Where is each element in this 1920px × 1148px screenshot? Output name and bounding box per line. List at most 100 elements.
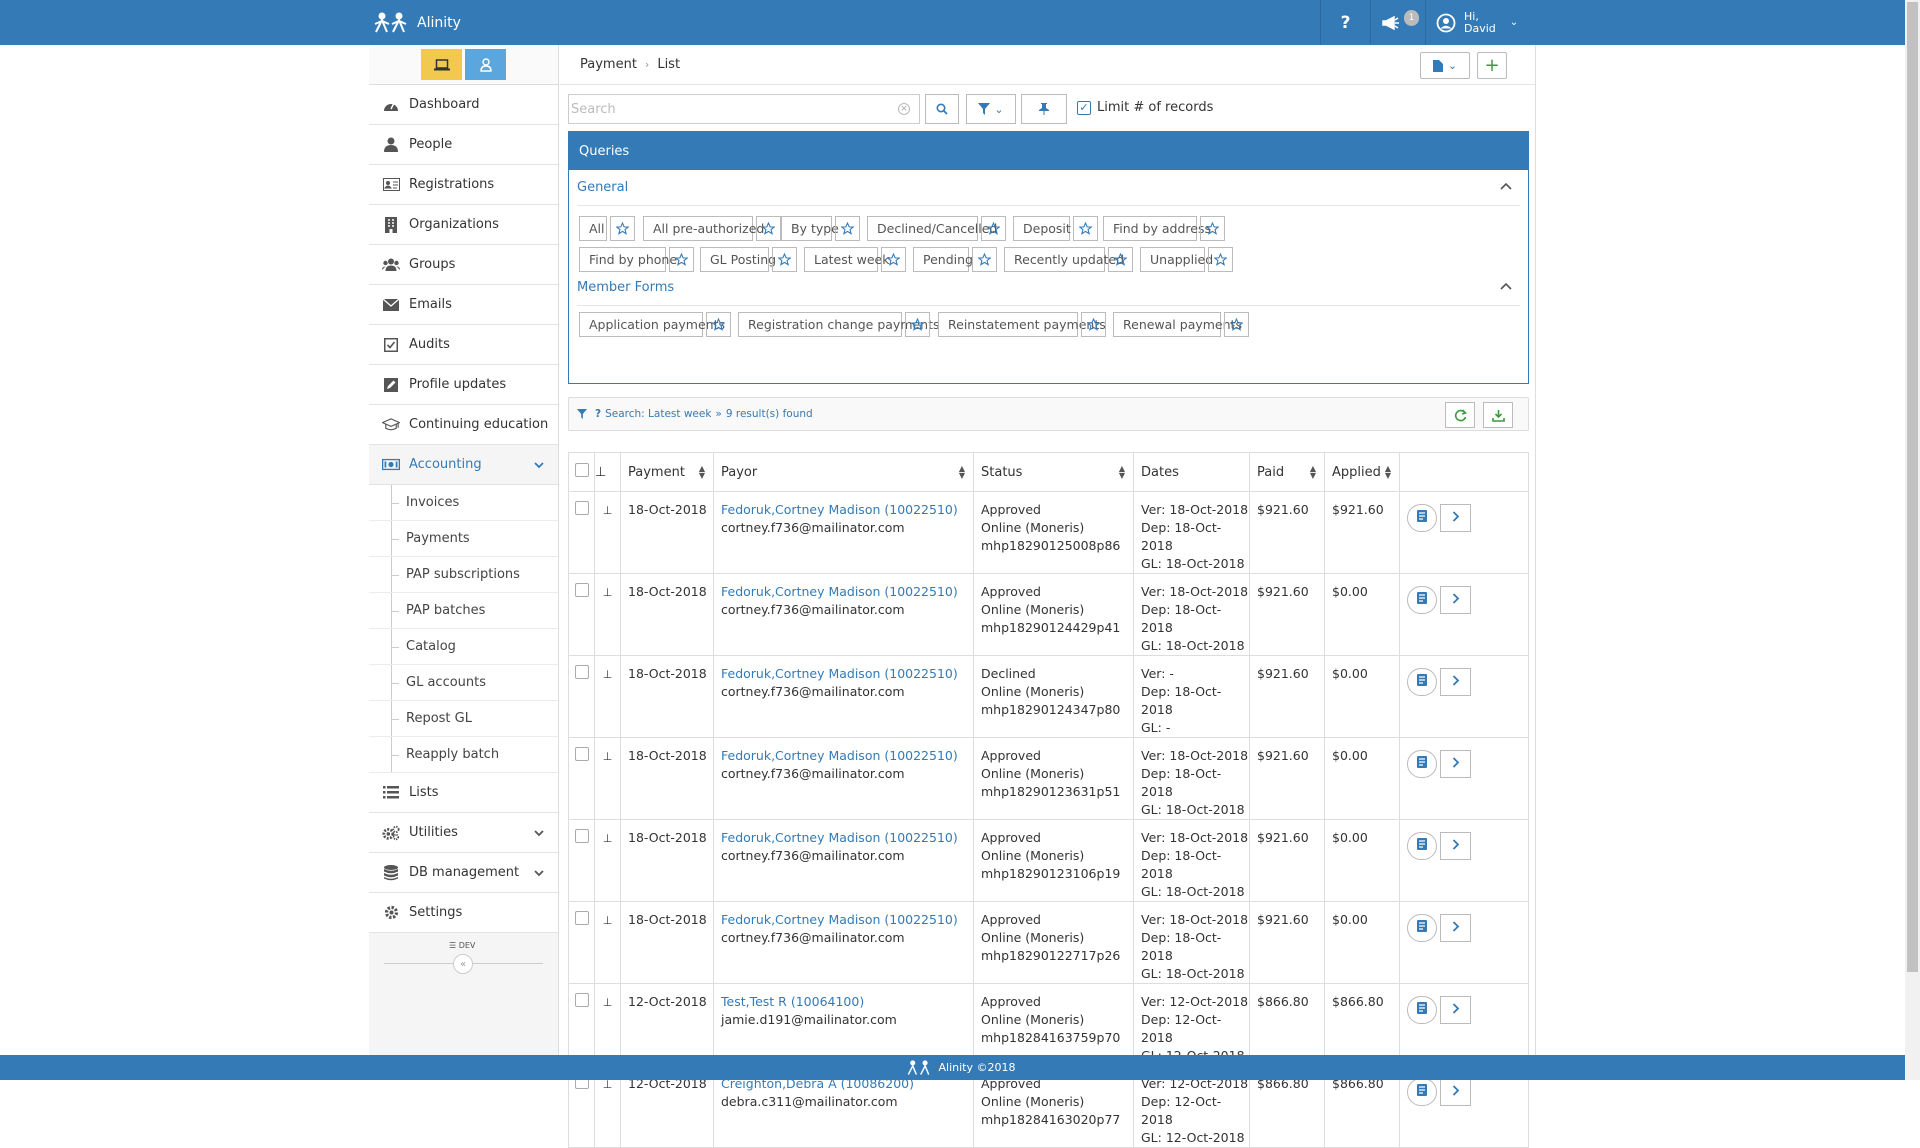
row-checkbox[interactable] xyxy=(575,993,589,1007)
question-icon[interactable]: ? xyxy=(595,408,601,420)
payor-link[interactable]: Fedoruk,Cortney Madison (10022510) xyxy=(721,830,958,845)
query-button[interactable]: Recently updated xyxy=(1004,247,1124,272)
row-checkbox[interactable] xyxy=(575,665,589,679)
query-button[interactable]: Pending xyxy=(913,247,973,272)
receipt-button[interactable] xyxy=(1407,996,1437,1024)
star-icon[interactable] xyxy=(610,216,635,241)
sidebar-item-continuing-education[interactable]: Continuing education xyxy=(369,405,558,445)
column-payor[interactable]: Payor ▲ ▼ xyxy=(713,452,974,492)
open-row-button[interactable] xyxy=(1440,586,1471,614)
star-icon[interactable] xyxy=(981,216,1006,241)
table-row[interactable]: ⊥ 18-Oct-2018 Fedoruk,Cortney Madison (100… xyxy=(568,901,1529,984)
sidebar-item-organizations[interactable]: Organizations xyxy=(369,205,558,245)
pin-icon[interactable]: ⊥ xyxy=(603,668,613,681)
member-forms-section-header[interactable]: Member Forms xyxy=(577,270,1520,306)
document-dropdown-button[interactable]: ⌄ xyxy=(1420,52,1470,79)
sidebar-subitem-payments[interactable]: Payments xyxy=(369,521,558,557)
query-button[interactable]: Declined/Cancelled xyxy=(867,216,997,241)
sidebar-item-db-management[interactable]: DB management xyxy=(369,853,558,893)
query-button[interactable]: Deposit xyxy=(1013,216,1071,241)
query-button[interactable]: Unapplied xyxy=(1140,247,1213,272)
star-icon[interactable] xyxy=(669,247,694,272)
query-button[interactable]: GL Posting xyxy=(700,247,776,272)
row-checkbox[interactable] xyxy=(575,911,589,925)
sidebar-subitem-repost-gl[interactable]: Repost GL xyxy=(369,701,558,737)
sidebar-item-audits[interactable]: Audits xyxy=(369,325,558,365)
download-button[interactable] xyxy=(1483,402,1513,428)
limit-records-toggle[interactable]: ✓ Limit # of records xyxy=(1077,100,1213,115)
clear-search-icon[interactable]: × xyxy=(898,103,910,115)
receipt-button[interactable] xyxy=(1407,832,1437,860)
scrollbar-thumb[interactable] xyxy=(1907,2,1918,972)
star-icon[interactable] xyxy=(706,312,731,337)
query-button[interactable]: Find by phone xyxy=(579,247,677,272)
sidebar-item-accounting[interactable]: Accounting xyxy=(369,445,558,485)
row-checkbox[interactable] xyxy=(575,501,589,515)
sidebar-item-settings[interactable]: Settings xyxy=(369,893,558,933)
user-menu-button[interactable]: Hi, David ⌄ xyxy=(1425,0,1534,45)
collapse-sidebar-button[interactable]: « xyxy=(453,954,473,974)
pin-button[interactable] xyxy=(1021,94,1067,124)
pin-icon[interactable]: ⊥ xyxy=(603,914,613,927)
query-button[interactable]: Renewal payments xyxy=(1113,312,1242,337)
general-section-header[interactable]: General xyxy=(577,170,1520,206)
refresh-button[interactable] xyxy=(1445,402,1475,428)
open-row-button[interactable] xyxy=(1440,668,1471,696)
payor-link[interactable]: Fedoruk,Cortney Madison (10022510) xyxy=(721,502,958,517)
receipt-button[interactable] xyxy=(1407,504,1437,532)
receipt-button[interactable] xyxy=(1407,668,1437,696)
open-row-button[interactable] xyxy=(1440,996,1471,1024)
column-payment[interactable]: Payment ▲ ▼ xyxy=(620,452,714,492)
sidebar-item-people[interactable]: People xyxy=(369,125,558,165)
star-icon[interactable] xyxy=(1224,312,1249,337)
sidebar-item-profile-updates[interactable]: Profile updates xyxy=(369,365,558,405)
sidebar-subitem-gl-accounts[interactable]: GL accounts xyxy=(369,665,558,701)
query-button[interactable]: Reinstatement payments xyxy=(938,312,1106,337)
query-button[interactable]: Application payments xyxy=(579,312,725,337)
row-checkbox[interactable] xyxy=(575,829,589,843)
sidebar-subitem-reapply-batch[interactable]: Reapply batch xyxy=(369,737,558,773)
open-row-button[interactable] xyxy=(1440,914,1471,942)
star-icon[interactable] xyxy=(1081,312,1106,337)
select-all-checkbox[interactable] xyxy=(575,463,589,477)
table-row[interactable]: ⊥ 18-Oct-2018 Fedoruk,Cortney Madison (100… xyxy=(568,491,1529,574)
table-row[interactable]: ⊥ 18-Oct-2018 Fedoruk,Cortney Madison (100… xyxy=(568,655,1529,738)
payor-link[interactable]: Fedoruk,Cortney Madison (10022510) xyxy=(721,748,958,763)
sidebar-item-registrations[interactable]: Registrations xyxy=(369,165,558,205)
payor-link[interactable]: Fedoruk,Cortney Madison (10022510) xyxy=(721,666,958,681)
filter-dropdown-button[interactable]: ⌄ xyxy=(966,94,1016,124)
query-button[interactable]: Latest week xyxy=(804,247,889,272)
person-mode-button[interactable] xyxy=(465,49,506,80)
sidebar-item-dashboard[interactable]: Dashboard xyxy=(369,85,558,125)
payor-link[interactable]: Test,Test R (10064100) xyxy=(721,994,864,1009)
payor-link[interactable]: Fedoruk,Cortney Madison (10022510) xyxy=(721,912,958,927)
star-icon[interactable] xyxy=(1208,247,1233,272)
sidebar-item-lists[interactable]: Lists xyxy=(369,773,558,813)
star-icon[interactable] xyxy=(756,216,781,241)
open-row-button[interactable] xyxy=(1440,504,1471,532)
open-row-button[interactable] xyxy=(1440,832,1471,860)
star-icon[interactable] xyxy=(881,247,906,272)
help-button[interactable]: ? xyxy=(1320,0,1370,45)
receipt-button[interactable] xyxy=(1407,586,1437,614)
table-row[interactable]: ⊥ 12-Oct-2018 Test,Test R (10064100) jamie.… xyxy=(568,983,1529,1066)
breadcrumb-payment[interactable]: Payment xyxy=(580,57,637,72)
desktop-mode-button[interactable] xyxy=(421,49,462,80)
sidebar-item-groups[interactable]: Groups xyxy=(369,245,558,285)
pin-icon[interactable]: ⊥ xyxy=(603,750,613,763)
app-logo[interactable]: Alinity xyxy=(373,10,461,36)
sidebar-item-emails[interactable]: Emails xyxy=(369,285,558,325)
pin-icon[interactable]: ⊥ xyxy=(603,832,613,845)
table-row[interactable]: ⊥ 18-Oct-2018 Fedoruk,Cortney Madison (100… xyxy=(568,819,1529,902)
sidebar-subitem-pap-subscriptions[interactable]: PAP subscriptions xyxy=(369,557,558,593)
sidebar-subitem-catalog[interactable]: Catalog xyxy=(369,629,558,665)
star-icon[interactable] xyxy=(772,247,797,272)
sidebar-subitem-pap-batches[interactable]: PAP batches xyxy=(369,593,558,629)
receipt-button[interactable] xyxy=(1407,914,1437,942)
add-button[interactable]: + xyxy=(1477,52,1507,79)
query-button[interactable]: Find by address xyxy=(1103,216,1211,241)
announcements-button[interactable]: 1 xyxy=(1370,0,1425,45)
receipt-button[interactable] xyxy=(1407,750,1437,778)
star-icon[interactable] xyxy=(905,312,930,337)
open-row-button[interactable] xyxy=(1440,1078,1471,1106)
